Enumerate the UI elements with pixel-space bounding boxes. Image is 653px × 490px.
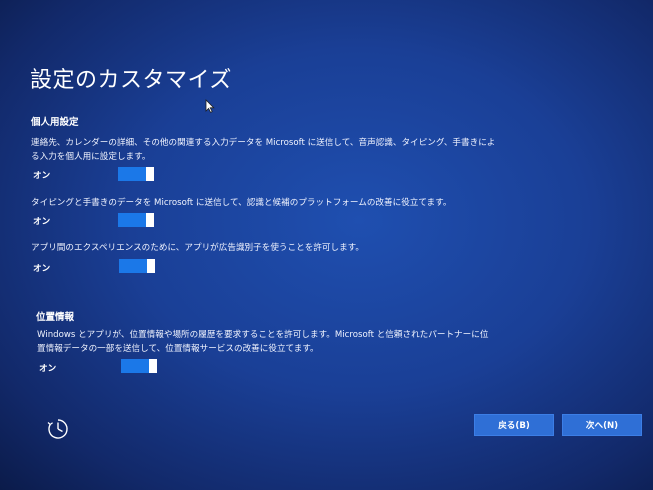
location-description: Windows とアプリが、位置情報や場所の履歴を要求することを許可します。Mi…: [37, 330, 489, 354]
page-title: 設定のカスタマイズ: [30, 68, 232, 93]
personalization-item-1-toggle-label: オン: [33, 171, 51, 181]
advertising-id-toggle[interactable]: [119, 259, 155, 273]
typing-handwriting-data-toggle[interactable]: [118, 213, 154, 227]
personalization-item-2-description: タイピングと手書きのデータを Microsoft に送信して、認識と候補のプラッ…: [31, 198, 452, 208]
personalization-item-1-description: 連絡先、カレンダーの詳細、その他の関連する入力データを Microsoft に送…: [31, 138, 496, 162]
toggle-thumb: [147, 259, 155, 273]
toggle-thumb: [149, 359, 157, 373]
oobe-screen: 設定のカスタマイズ 個人用設定 連絡先、カレンダーの詳細、その他の関連する入力デ…: [0, 0, 653, 490]
ease-of-access-icon[interactable]: [46, 417, 70, 441]
toggle-thumb: [146, 213, 154, 227]
speech-typing-personalization-toggle[interactable]: [118, 167, 154, 181]
location-toggle-label: オン: [39, 364, 57, 374]
next-button[interactable]: 次へ(N): [562, 414, 642, 436]
personalization-item-3-description: アプリ間のエクスペリエンスのために、アプリが広告識別子を使うことを許可します。: [31, 243, 365, 253]
personalization-heading: 個人用設定: [31, 117, 79, 128]
mouse-pointer-icon: [205, 99, 215, 113]
location-heading: 位置情報: [36, 312, 75, 323]
back-button[interactable]: 戻る(B): [474, 414, 554, 436]
personalization-item-2-toggle-label: オン: [33, 217, 51, 227]
toggle-thumb: [146, 167, 154, 181]
personalization-item-3-toggle-label: オン: [33, 264, 51, 274]
location-toggle[interactable]: [121, 359, 157, 373]
